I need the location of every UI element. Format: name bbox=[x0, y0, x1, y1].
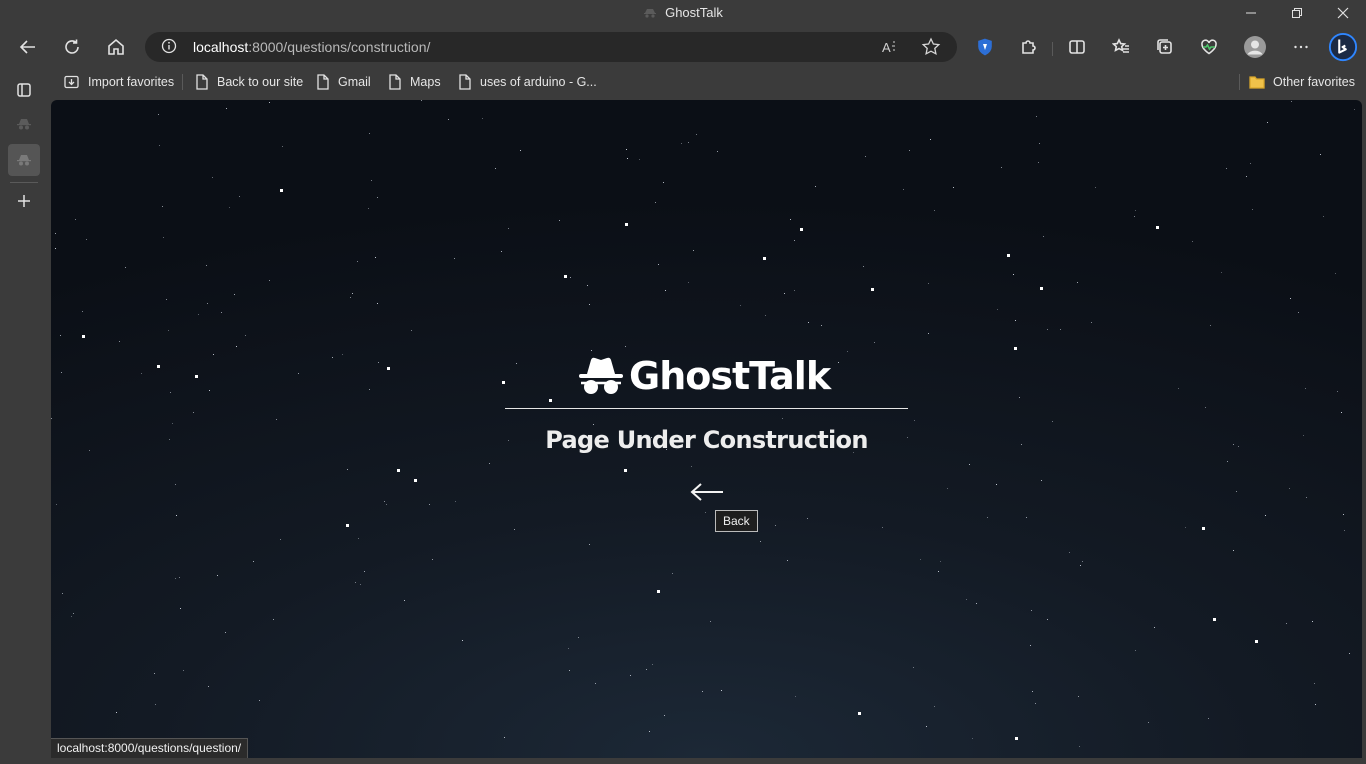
ghost-icon bbox=[644, 9, 657, 18]
sidebar-divider bbox=[10, 182, 38, 183]
import-favorites-label: Import favorites bbox=[88, 75, 175, 89]
collections-button[interactable] bbox=[1150, 32, 1180, 62]
minimize-button[interactable] bbox=[1228, 0, 1274, 26]
bookmarks-bar: Import favorites Back to our site Gmail … bbox=[0, 68, 1366, 96]
incognito-tab-active-icon bbox=[17, 155, 31, 166]
favorite-star-icon[interactable] bbox=[921, 37, 941, 57]
browser-essentials-button[interactable] bbox=[1194, 32, 1224, 62]
bing-copilot-icon bbox=[1328, 32, 1358, 62]
window-bottom-border bbox=[0, 758, 1366, 764]
bookmarks-divider bbox=[1239, 74, 1240, 90]
bookmark-label: uses of arduino - G... bbox=[480, 75, 597, 89]
new-tab-button[interactable] bbox=[8, 185, 40, 217]
url-host: localhost bbox=[193, 39, 249, 55]
favorites-button[interactable] bbox=[1106, 32, 1136, 62]
close-icon bbox=[1337, 7, 1349, 19]
brand-divider bbox=[505, 408, 908, 409]
brand-name: GhostTalk bbox=[629, 354, 831, 398]
import-favorites-link[interactable]: Import favorites bbox=[63, 73, 174, 91]
brand-logo: GhostTalk bbox=[577, 352, 831, 400]
incognito-hat-icon bbox=[579, 357, 623, 394]
shield-extension-icon bbox=[978, 38, 992, 56]
more-menu-button[interactable] bbox=[1286, 32, 1316, 62]
home-button[interactable] bbox=[101, 32, 131, 62]
minimize-icon bbox=[1246, 12, 1256, 14]
page-viewport: GhostTalk Page Under Construction Back bbox=[51, 100, 1362, 758]
other-favorites-folder[interactable]: Other favorites bbox=[1249, 73, 1355, 91]
status-url-bar: localhost:8000/questions/question/ bbox=[51, 738, 249, 760]
arrow-left-icon bbox=[19, 40, 35, 54]
url-path: :8000/questions/construction/ bbox=[248, 39, 431, 55]
restore-button[interactable] bbox=[1274, 0, 1320, 26]
read-aloud-icon[interactable]: A bbox=[881, 37, 901, 57]
refresh-icon bbox=[65, 39, 79, 54]
profile-button[interactable] bbox=[1240, 32, 1270, 62]
other-favorites-label: Other favorites bbox=[1273, 75, 1355, 89]
bookmarks-divider bbox=[182, 74, 183, 90]
site-info-icon[interactable] bbox=[161, 38, 177, 54]
tab-incognito-active[interactable] bbox=[8, 144, 40, 176]
import-icon bbox=[64, 75, 79, 89]
new-tab-plus-icon bbox=[18, 195, 30, 207]
toolbar-divider bbox=[1052, 42, 1053, 56]
shield-extension-button[interactable] bbox=[970, 32, 1000, 62]
back-arrow-icon[interactable] bbox=[689, 480, 725, 504]
bookmark-maps[interactable]: Maps bbox=[388, 73, 441, 91]
tab-actions-button[interactable] bbox=[8, 74, 40, 106]
bookmark-label: Back to our site bbox=[217, 75, 304, 89]
svg-text:A: A bbox=[882, 40, 891, 55]
page-icon bbox=[459, 74, 471, 90]
refresh-button[interactable] bbox=[57, 32, 87, 62]
close-button[interactable] bbox=[1320, 0, 1366, 26]
tab-incognito-1[interactable] bbox=[8, 108, 40, 140]
home-icon bbox=[108, 38, 124, 55]
collections-icon bbox=[1157, 39, 1172, 54]
extensions-icon bbox=[1022, 40, 1036, 54]
title-bar: GhostTalk bbox=[0, 0, 1366, 26]
favorites-icon bbox=[1112, 38, 1129, 53]
address-url[interactable]: localhost:8000/questions/construction/ bbox=[193, 39, 430, 55]
folder-icon bbox=[1249, 76, 1265, 89]
split-screen-icon bbox=[1069, 40, 1085, 54]
bookmark-arduino[interactable]: uses of arduino - G... bbox=[458, 73, 597, 91]
vertical-tabs-sidebar bbox=[0, 83, 48, 764]
back-tooltip: Back bbox=[715, 510, 758, 532]
page-heading: Page Under Construction bbox=[545, 426, 868, 454]
browser-essentials-icon bbox=[1201, 39, 1217, 55]
page-icon bbox=[317, 74, 329, 90]
bookmark-label: Maps bbox=[410, 75, 441, 89]
browser-toolbar: localhost:8000/questions/construction/ A bbox=[0, 26, 1366, 68]
split-screen-button[interactable] bbox=[1062, 32, 1092, 62]
bookmark-back-to-site[interactable]: Back to our site bbox=[195, 73, 303, 91]
window-title-text: GhostTalk bbox=[665, 5, 723, 20]
tab-actions-icon bbox=[17, 83, 31, 97]
profile-avatar-icon bbox=[1244, 36, 1266, 58]
address-bar[interactable]: localhost:8000/questions/construction/ A bbox=[145, 32, 957, 62]
more-menu-icon bbox=[1294, 45, 1308, 49]
window-title: GhostTalk bbox=[0, 5, 1366, 20]
bookmark-label: Gmail bbox=[338, 75, 371, 89]
restore-icon bbox=[1292, 8, 1302, 18]
incognito-tab-icon bbox=[17, 119, 31, 130]
bookmark-gmail[interactable]: Gmail bbox=[316, 73, 371, 91]
page-icon bbox=[389, 74, 401, 90]
extensions-button[interactable] bbox=[1014, 32, 1044, 62]
bing-copilot-button[interactable] bbox=[1327, 30, 1359, 64]
back-button[interactable] bbox=[13, 32, 43, 62]
page-icon bbox=[196, 74, 208, 90]
